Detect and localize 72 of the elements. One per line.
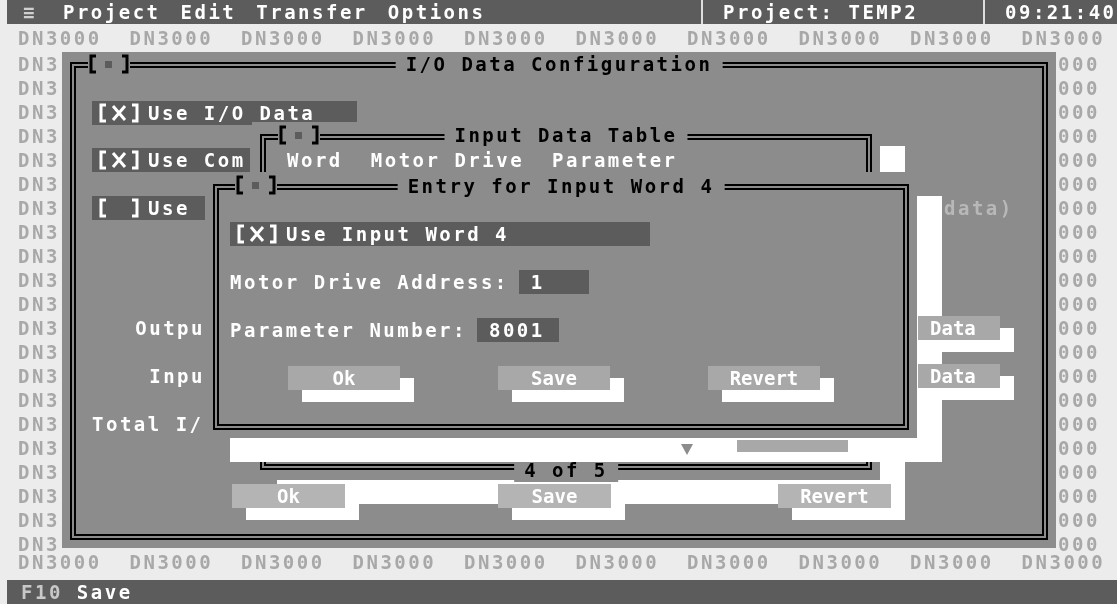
backdrop-text: 000 xyxy=(1058,124,1100,148)
checkbox[interactable]: Use Com xyxy=(92,148,250,172)
column-header: Motor Drive xyxy=(370,148,525,172)
backdrop-text: DN3 xyxy=(18,76,60,100)
backdrop-text: DN3 xyxy=(18,124,60,148)
backdrop-text: DN3 xyxy=(18,268,60,292)
backdrop-text: DN3 xyxy=(18,292,60,316)
backdrop-text: 000 xyxy=(1058,436,1100,460)
backdrop-text: 000 xyxy=(1058,220,1100,244)
menu-item[interactable]: Project xyxy=(62,0,161,24)
backdrop-text: 000 xyxy=(1058,508,1100,532)
backdrop-text: DN3 xyxy=(18,508,60,532)
backdrop-text: 000 xyxy=(1058,100,1100,124)
input-field[interactable]: 8001 xyxy=(476,318,559,342)
backdrop-text: 000 xyxy=(1058,316,1100,340)
backdrop-text: 000 xyxy=(1058,172,1100,196)
backdrop-text: DN3000 DN3000 DN3000 DN3000 DN3000 DN3000 DN3000 DN3000 DN3000 DN3000 xyxy=(18,26,1106,50)
backdrop-text: DN3 xyxy=(18,340,60,364)
menu-item[interactable]: Options xyxy=(387,0,486,24)
backdrop-text: 000 xyxy=(1058,148,1100,172)
shortcut-action[interactable]: Save xyxy=(76,580,133,604)
backdrop-text: 000 xyxy=(1058,388,1100,412)
field-label: Inpu xyxy=(148,364,205,388)
field-label: Motor Drive Address: xyxy=(230,270,509,294)
field-label: Parameter Number: xyxy=(230,318,467,342)
backdrop-text: DN3 xyxy=(18,412,60,436)
backdrop-text: 000 xyxy=(1058,484,1100,508)
menu-item[interactable]: Transfer xyxy=(256,0,368,24)
backdrop-text: 000 xyxy=(1058,52,1100,76)
backdrop-text: 000 xyxy=(1058,460,1100,484)
backdrop-text: 000 xyxy=(1058,412,1100,436)
backdrop-text: DN3 xyxy=(18,316,60,340)
backdrop-text: DN3 xyxy=(18,196,60,220)
shortcut-key: F10 xyxy=(21,580,63,604)
backdrop-text: 000 xyxy=(1058,364,1100,388)
dropdown-icon[interactable] xyxy=(680,442,694,456)
menu-item[interactable]: Edit xyxy=(180,0,237,24)
backdrop-text: DN3 xyxy=(18,484,60,508)
menu-icon[interactable]: ≡ xyxy=(23,0,37,24)
backdrop-text: 000 xyxy=(1058,76,1100,100)
checkbox[interactable]: Use xyxy=(92,196,205,220)
backdrop-text: 000 xyxy=(1058,292,1100,316)
backdrop-text: 000 xyxy=(1058,244,1100,268)
checkbox[interactable]: Use Input Word 4 xyxy=(230,222,650,246)
backdrop-text: 000 xyxy=(1058,196,1100,220)
window-title: I/O Data Configuration xyxy=(395,52,723,76)
backdrop-text: 000 xyxy=(1058,340,1100,364)
backdrop-text: DN3 xyxy=(18,220,60,244)
checkbox[interactable]: Use I/O Data xyxy=(92,101,357,125)
column-header: Word xyxy=(287,148,343,172)
column-header: Parameter xyxy=(552,148,678,172)
backdrop-text: 000 xyxy=(1058,268,1100,292)
close-button[interactable] xyxy=(278,125,320,145)
checkbox-icon[interactable] xyxy=(98,103,140,123)
backdrop-text: DN3 xyxy=(18,388,60,412)
backdrop-text: DN3 xyxy=(18,172,60,196)
close-button[interactable] xyxy=(88,54,130,74)
backdrop-text: DN3 xyxy=(18,436,60,460)
backdrop-text: DN3 xyxy=(18,244,60,268)
backdrop-text: DN3 xyxy=(18,460,60,484)
backdrop-text: DN3 xyxy=(18,52,60,76)
backdrop-text: DN3 xyxy=(18,148,60,172)
field-label: Outpu xyxy=(134,316,205,340)
close-button[interactable] xyxy=(235,175,277,195)
field-label: Total I/ xyxy=(92,412,204,436)
checkbox-icon[interactable] xyxy=(98,150,140,170)
input-field[interactable]: 1 xyxy=(518,270,589,294)
checkbox-icon[interactable] xyxy=(236,224,278,244)
backdrop-text: DN3 xyxy=(18,364,60,388)
scroll-thumb[interactable] xyxy=(737,440,848,452)
backdrop-text: DN3 xyxy=(18,100,60,124)
checkbox-icon[interactable] xyxy=(98,198,140,218)
